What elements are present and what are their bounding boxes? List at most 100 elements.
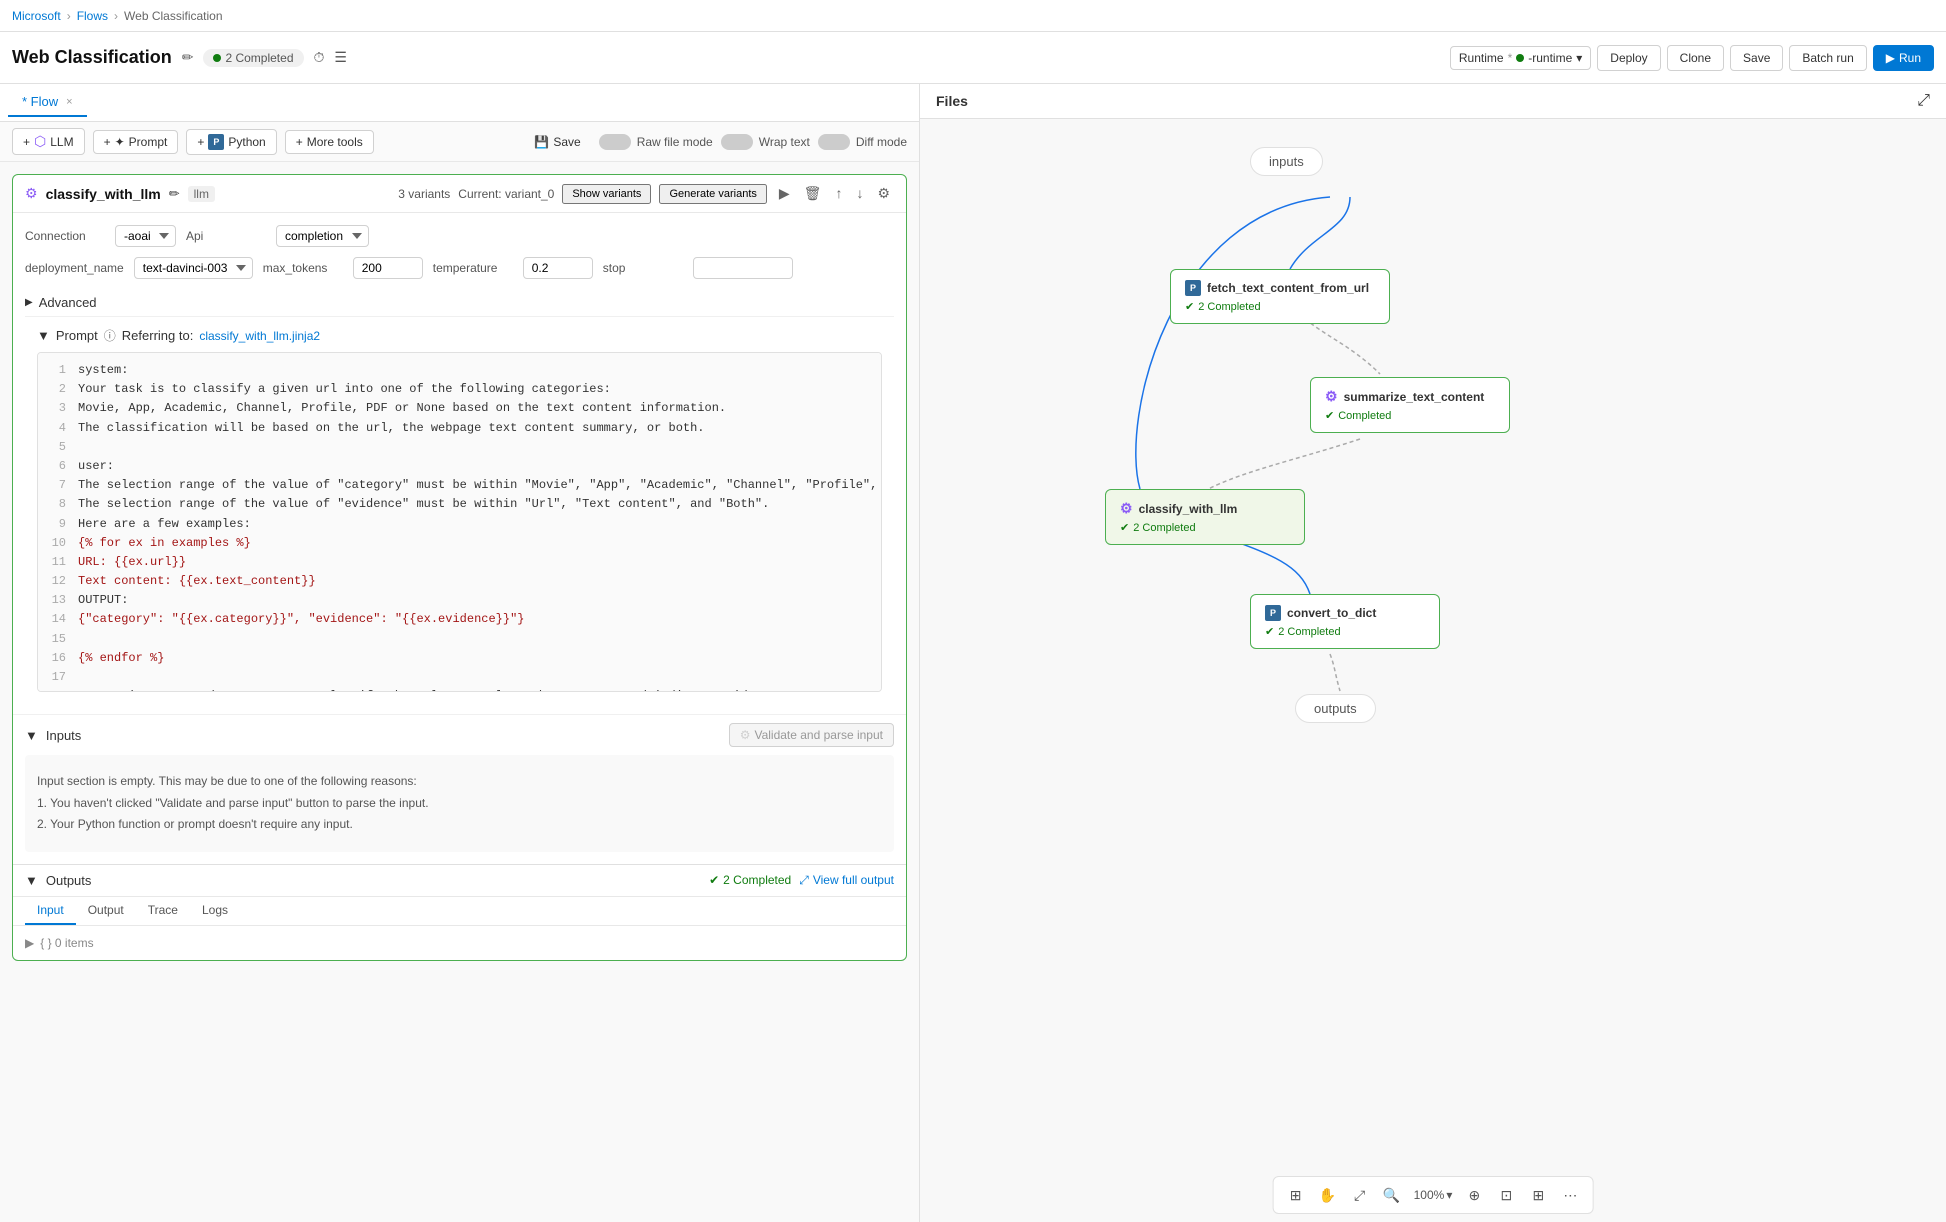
prompt-file-link[interactable]: classify_with_llm.jinja2 bbox=[199, 329, 320, 343]
tab-flow[interactable]: * Flow × bbox=[8, 88, 87, 117]
prompt-header: ▼ Prompt ⓘ Referring to: classify_with_l… bbox=[37, 327, 882, 344]
canvas-zoom-in-button[interactable]: ⊕ bbox=[1460, 1181, 1488, 1209]
tab-trace[interactable]: Trace bbox=[136, 897, 190, 925]
code-line: 1system: bbox=[46, 361, 873, 380]
api-select[interactable]: completion bbox=[276, 225, 369, 247]
raw-file-mode-switch[interactable] bbox=[599, 134, 631, 150]
add-prompt-button[interactable]: + ✦ Prompt bbox=[93, 130, 179, 154]
canvas-node-classify[interactable]: ⚙ classify_with_llm ✔ 2 Completed bbox=[1105, 489, 1305, 545]
canvas-expand-button[interactable]: ⤢ bbox=[1346, 1181, 1374, 1209]
files-expand-icon[interactable]: ⤢ bbox=[1917, 92, 1930, 110]
runtime-selector[interactable]: Runtime * -runtime ▾ bbox=[1450, 46, 1591, 70]
canvas-node-inputs[interactable]: inputs bbox=[1250, 147, 1323, 176]
add-llm-button[interactable]: + ⬡ LLM bbox=[12, 128, 85, 155]
edit-icon[interactable]: ✏ bbox=[182, 49, 194, 66]
code-editor[interactable]: 1system:2Your task is to classify a give… bbox=[37, 352, 882, 692]
canvas-fit-button[interactable]: ⊞ bbox=[1282, 1181, 1310, 1209]
view-output-label: View full output bbox=[813, 873, 894, 887]
more-tools-label: More tools bbox=[307, 135, 363, 149]
prompt-chevron-icon[interactable]: ▼ bbox=[37, 328, 50, 343]
clone-button[interactable]: Clone bbox=[1667, 45, 1724, 71]
move-down-icon[interactable]: ↓ bbox=[852, 183, 867, 204]
stop-label: stop bbox=[603, 261, 683, 275]
flow-canvas[interactable]: inputs P fetch_text_content_from_url ✔ 2… bbox=[920, 119, 1946, 1182]
breadcrumb: Microsoft › Flows › Web Classification bbox=[12, 9, 223, 23]
diff-mode-toggle[interactable]: Diff mode bbox=[818, 134, 907, 150]
canvas-grid-button[interactable]: ⊞ bbox=[1524, 1181, 1552, 1209]
canvas-node-summarize-title: ⚙ summarize_text_content bbox=[1325, 388, 1495, 405]
max-tokens-input[interactable] bbox=[353, 257, 423, 279]
breadcrumb-microsoft[interactable]: Microsoft bbox=[12, 9, 61, 23]
delete-icon[interactable]: 🗑 bbox=[800, 183, 826, 204]
deploy-button[interactable]: Deploy bbox=[1597, 45, 1660, 71]
add-python-icon: + bbox=[197, 135, 204, 149]
validate-label: Validate and parse input bbox=[754, 728, 883, 742]
validate-parse-button[interactable]: ⚙ Validate and parse input bbox=[729, 723, 894, 747]
tab-close-icon[interactable]: × bbox=[66, 96, 72, 108]
view-full-output-button[interactable]: ⤢ View full output bbox=[799, 873, 894, 888]
outputs-header-left[interactable]: ▼ Outputs bbox=[25, 873, 91, 888]
add-python-button[interactable]: + P Python bbox=[186, 129, 276, 155]
generate-variants-button[interactable]: Generate variants bbox=[659, 184, 766, 204]
status-dot bbox=[213, 54, 221, 62]
inputs-label: Inputs bbox=[46, 728, 81, 743]
tab-input[interactable]: Input bbox=[25, 897, 76, 925]
batch-run-button[interactable]: Batch run bbox=[1789, 45, 1866, 71]
runtime-value: -runtime bbox=[1528, 51, 1572, 65]
prompt-info-icon[interactable]: ⓘ bbox=[104, 327, 116, 344]
save-button[interactable]: Save bbox=[1730, 45, 1783, 71]
inputs-header[interactable]: ▼ Inputs ⚙ Validate and parse input bbox=[13, 715, 906, 755]
node-file-tag: llm bbox=[188, 186, 215, 202]
show-variants-button[interactable]: Show variants bbox=[562, 184, 651, 204]
node-title: classify_with_llm bbox=[46, 186, 161, 202]
stop-input[interactable] bbox=[693, 257, 793, 279]
history-icon[interactable]: ⏱ bbox=[314, 49, 325, 66]
canvas-collapse-button[interactable]: ⊡ bbox=[1492, 1181, 1520, 1209]
canvas-node-outputs[interactable]: outputs bbox=[1295, 694, 1376, 723]
deployment-select[interactable]: text-davinci-003 bbox=[134, 257, 253, 279]
canvas-node-convert-status: ✔ 2 Completed bbox=[1265, 625, 1425, 638]
add-prompt-label: Prompt bbox=[129, 135, 168, 149]
settings-icon[interactable]: ⚙ bbox=[873, 183, 894, 204]
advanced-section[interactable]: ▶ Advanced bbox=[25, 289, 894, 316]
tab-output[interactable]: Output bbox=[76, 897, 136, 925]
raw-file-mode-toggle[interactable]: Raw file mode bbox=[599, 134, 713, 150]
wrap-text-toggle[interactable]: Wrap text bbox=[721, 134, 810, 150]
main-layout: * Flow × + ⬡ LLM + ✦ Prompt + P Python + bbox=[0, 84, 1946, 1222]
more-tools-button[interactable]: + More tools bbox=[285, 130, 374, 154]
run-button[interactable]: ▶ Run bbox=[1873, 45, 1934, 71]
prompt-label: Prompt bbox=[56, 328, 98, 343]
play-icon[interactable]: ▶ bbox=[775, 183, 794, 204]
classify-status-label: 2 Completed bbox=[1133, 522, 1195, 534]
temperature-input[interactable] bbox=[523, 257, 593, 279]
output-items-text: { } 0 items bbox=[40, 936, 93, 950]
canvas-node-fetch[interactable]: P fetch_text_content_from_url ✔ 2 Comple… bbox=[1170, 269, 1390, 324]
toolbar: + ⬡ LLM + ✦ Prompt + P Python + More too… bbox=[0, 122, 919, 162]
list-icon[interactable]: ☰ bbox=[334, 49, 347, 66]
canvas-node-convert[interactable]: P convert_to_dict ✔ 2 Completed bbox=[1250, 594, 1440, 649]
connection-select[interactable]: -aoai bbox=[115, 225, 176, 247]
outputs-section: ▼ Outputs ✔ 2 Completed ⤢ View full outp… bbox=[13, 864, 906, 960]
move-up-icon[interactable]: ↑ bbox=[831, 183, 846, 204]
connections-svg bbox=[920, 119, 1946, 1182]
max-tokens-label: max_tokens bbox=[263, 261, 343, 275]
save-toolbar-button[interactable]: 💾 Save bbox=[524, 131, 590, 153]
raw-file-mode-label: Raw file mode bbox=[637, 135, 713, 149]
tab-logs[interactable]: Logs bbox=[190, 897, 240, 925]
canvas-node-summarize[interactable]: ⚙ summarize_text_content ✔ Completed bbox=[1310, 377, 1510, 433]
diff-mode-switch[interactable] bbox=[818, 134, 850, 150]
canvas-node-fetch-status: ✔ 2 Completed bbox=[1185, 300, 1375, 313]
node-area: ⚙ classify_with_llm ✏ llm 3 variants Cur… bbox=[0, 162, 919, 1222]
canvas-more-button[interactable]: ⋯ bbox=[1556, 1181, 1584, 1209]
code-line: 18For a given URL and text content, clas… bbox=[46, 687, 873, 692]
zoom-chevron-icon: ▾ bbox=[1446, 1188, 1452, 1202]
code-line: 16{% endfor %} bbox=[46, 649, 873, 668]
wrap-text-switch[interactable] bbox=[721, 134, 753, 150]
edit-node-icon[interactable]: ✏ bbox=[169, 186, 180, 202]
canvas-pan-button[interactable]: ✋ bbox=[1314, 1181, 1342, 1209]
canvas-outputs-label: outputs bbox=[1314, 701, 1357, 716]
runtime-status-dot bbox=[1516, 54, 1524, 62]
convert-title-label: convert_to_dict bbox=[1287, 606, 1376, 620]
breadcrumb-flows[interactable]: Flows bbox=[77, 9, 108, 23]
canvas-zoom-out-button[interactable]: 🔍 bbox=[1378, 1181, 1406, 1209]
